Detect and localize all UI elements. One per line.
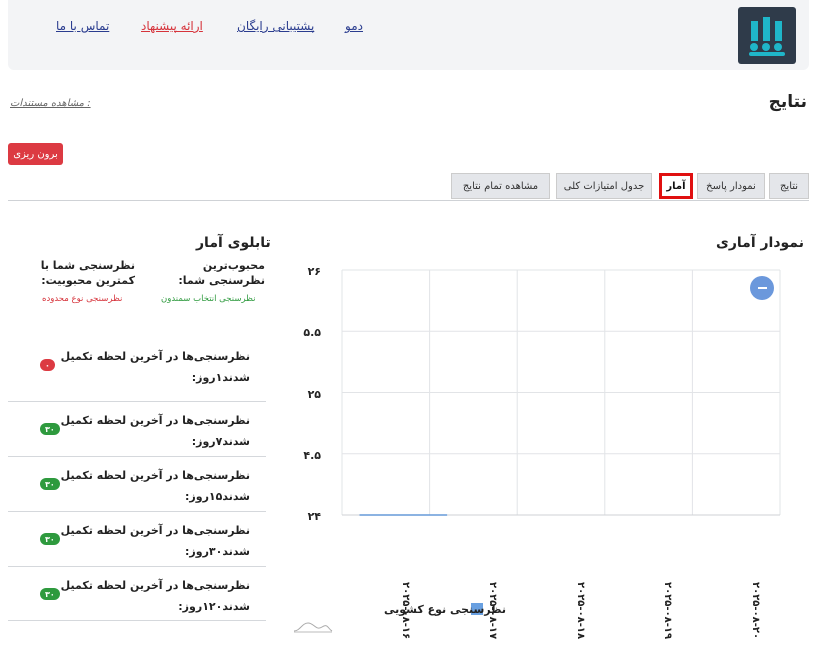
- y-tick-label: ۴.۵: [303, 449, 321, 462]
- y-tick-label: ۲۴: [307, 510, 321, 523]
- x-tick-label: ۲۰۲۵-۰۸-۱۸: [575, 582, 586, 640]
- y-tick-label: ۵.۵: [303, 326, 321, 339]
- stats-chart: [341, 269, 781, 516]
- y-tick-label: ۲۵: [307, 388, 321, 401]
- x-tick-label: ۲۰۲۵-۰۸-۱۹: [662, 582, 673, 640]
- x-tick-label: ۲۰۲۵-۰۸-۲۰: [750, 582, 761, 640]
- legend-label[interactable]: نظرسنجی نوع کشویی: [384, 603, 506, 616]
- chart-collapse-button[interactable]: [750, 276, 774, 300]
- minus-icon: [757, 287, 767, 289]
- y-tick-label: ۲۶: [307, 265, 321, 278]
- wave-icon: [293, 622, 333, 633]
